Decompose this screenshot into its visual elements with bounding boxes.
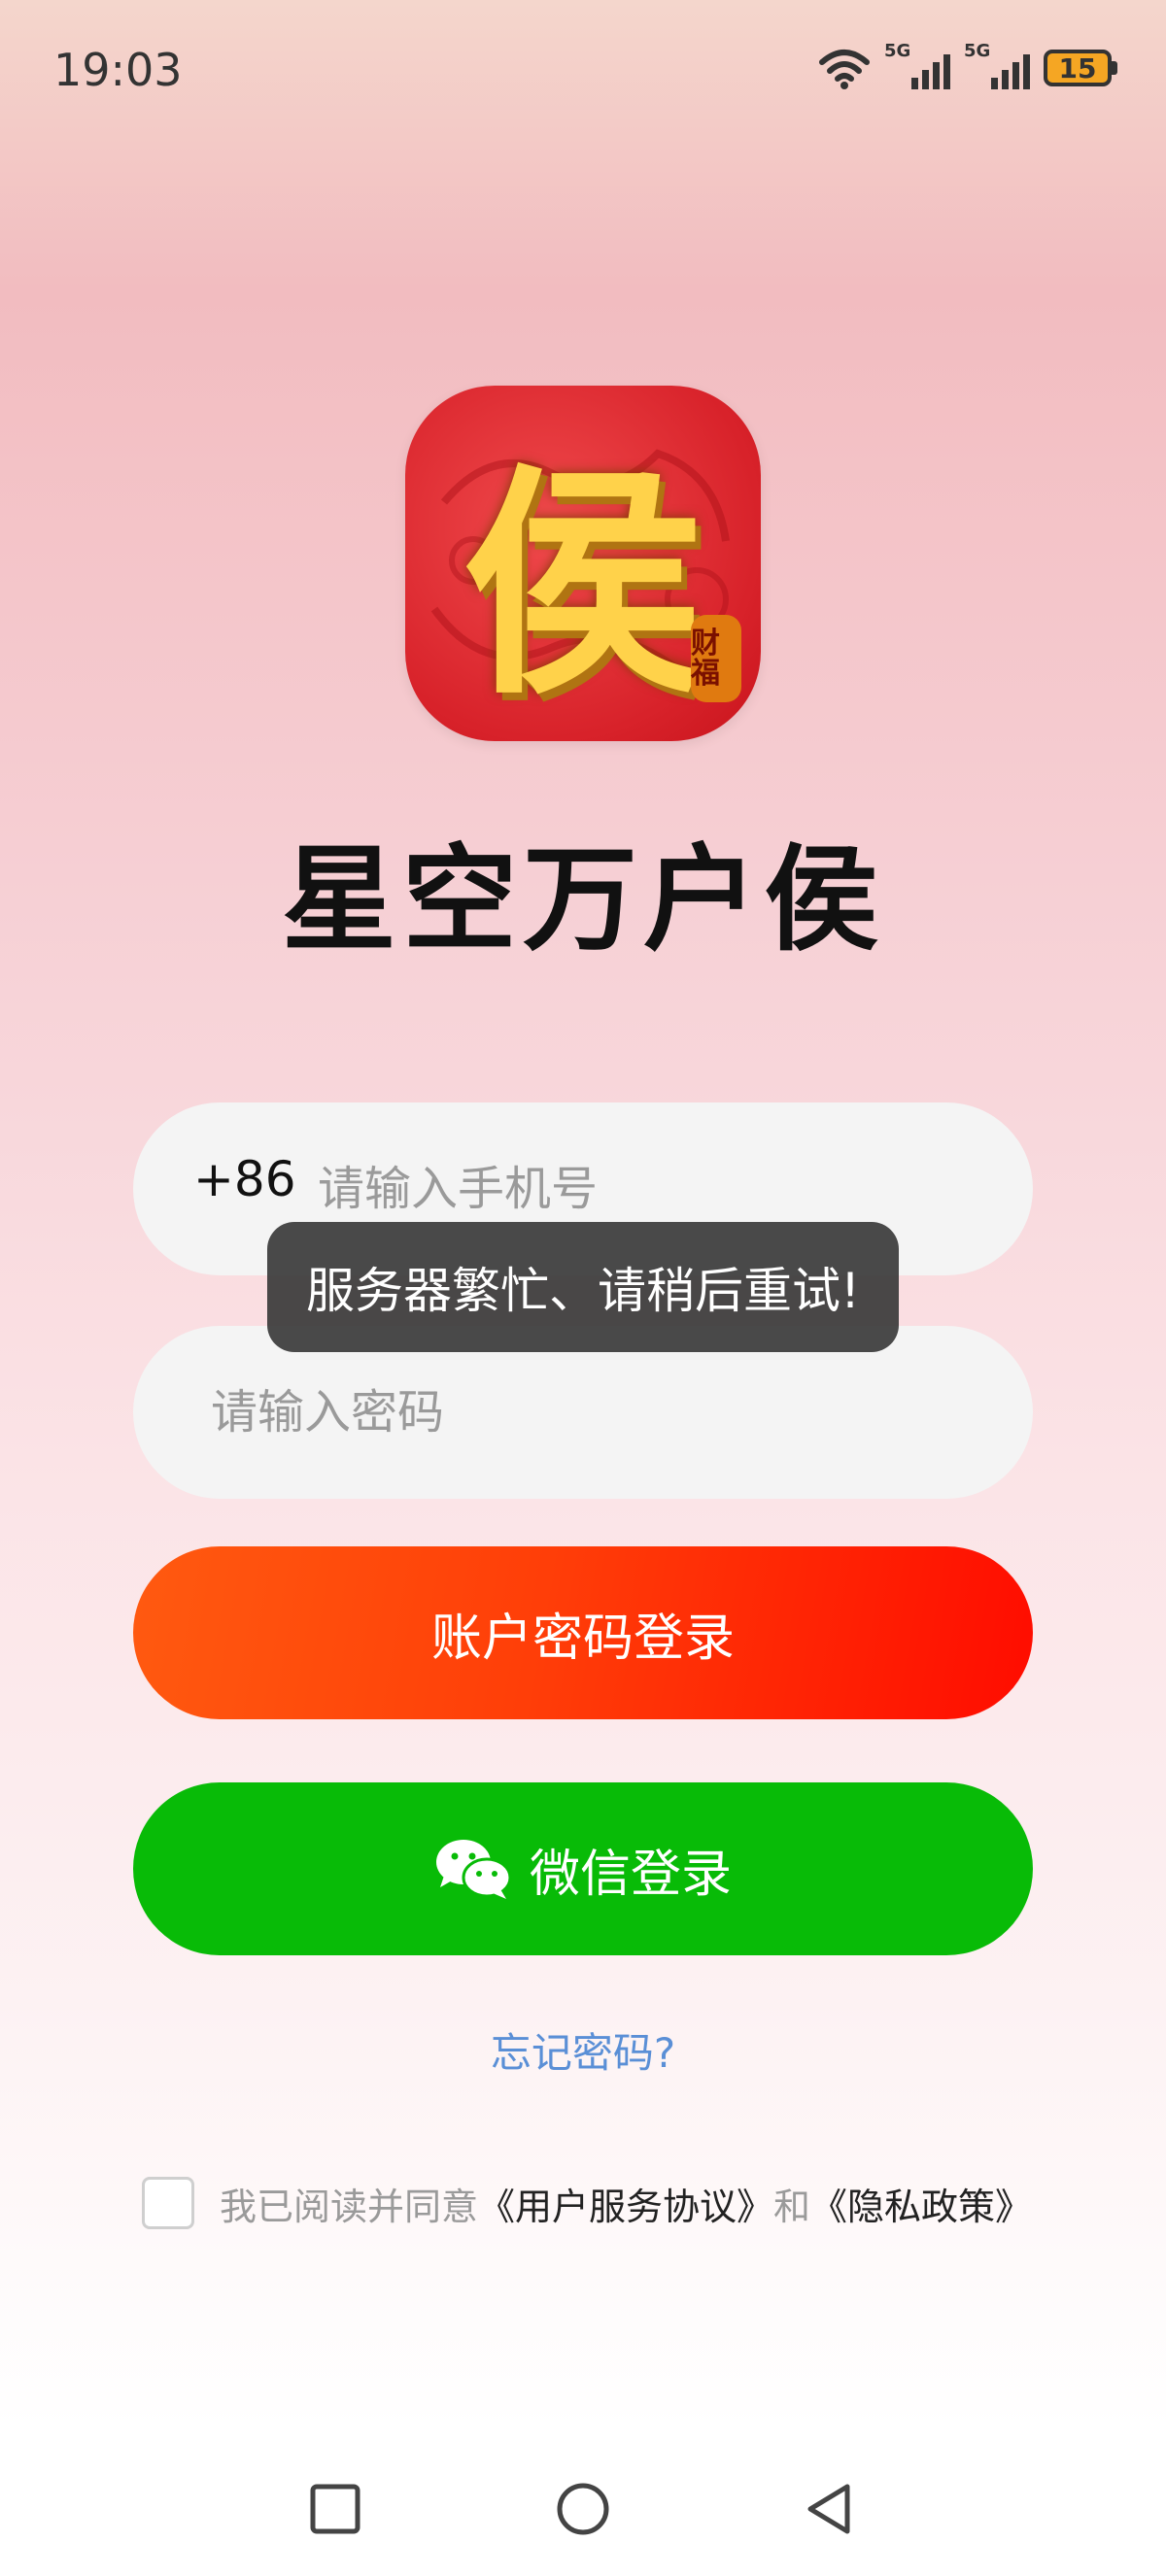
agreement-and: 和 [773, 2185, 811, 2228]
toast-message: 服务器繁忙、请稍后重试! [305, 1263, 861, 1319]
wechat-login-label: 微信登录 [529, 1845, 732, 1904]
back-icon[interactable] [797, 2475, 865, 2543]
wechat-icon [435, 1840, 512, 1899]
agreement-prefix: 我已阅读并同意 [220, 2185, 479, 2228]
app-logo: 侯 财福 [405, 386, 761, 741]
status-bar: 19:03 5G 5G 15 [0, 0, 1166, 146]
agreement-checkbox[interactable] [142, 2177, 194, 2229]
app-title: 星空万户侯 [281, 832, 884, 966]
agreement-row: 我已阅读并同意 《用户服务协议》 和 《隐私政策》 [142, 2176, 1032, 2230]
battery-level: 15 [1044, 50, 1112, 86]
privacy-policy-link[interactable]: 《隐私政策》 [810, 2177, 1032, 2230]
cellular-signal-icon: 5G [964, 41, 1030, 89]
wifi-icon [819, 50, 870, 89]
cellular-signal-icon: 5G [884, 41, 950, 89]
wechat-login-button[interactable]: 微信登录 [133, 1782, 1033, 1955]
error-toast: 服务器繁忙、请稍后重试! [267, 1222, 899, 1352]
system-nav-bar [0, 2448, 1166, 2576]
battery-icon: 15 [1044, 50, 1117, 86]
forgot-password-link[interactable]: 忘记密码? [0, 2020, 1166, 2080]
signal-network-label: 5G [964, 41, 991, 61]
password-login-label: 账户密码登录 [430, 1609, 735, 1668]
status-time: 19:03 [53, 44, 183, 96]
country-code[interactable]: +86 [193, 1151, 296, 1207]
home-icon[interactable] [549, 2475, 617, 2543]
signal-network-label: 5G [884, 41, 911, 61]
app-logo-seal: 财福 [691, 615, 741, 702]
password-login-button[interactable]: 账户密码登录 [133, 1546, 1033, 1719]
status-icons: 5G 5G 15 [818, 41, 1117, 89]
recent-apps-icon[interactable] [301, 2475, 369, 2543]
user-agreement-link[interactable]: 《用户服务协议》 [478, 2177, 773, 2230]
